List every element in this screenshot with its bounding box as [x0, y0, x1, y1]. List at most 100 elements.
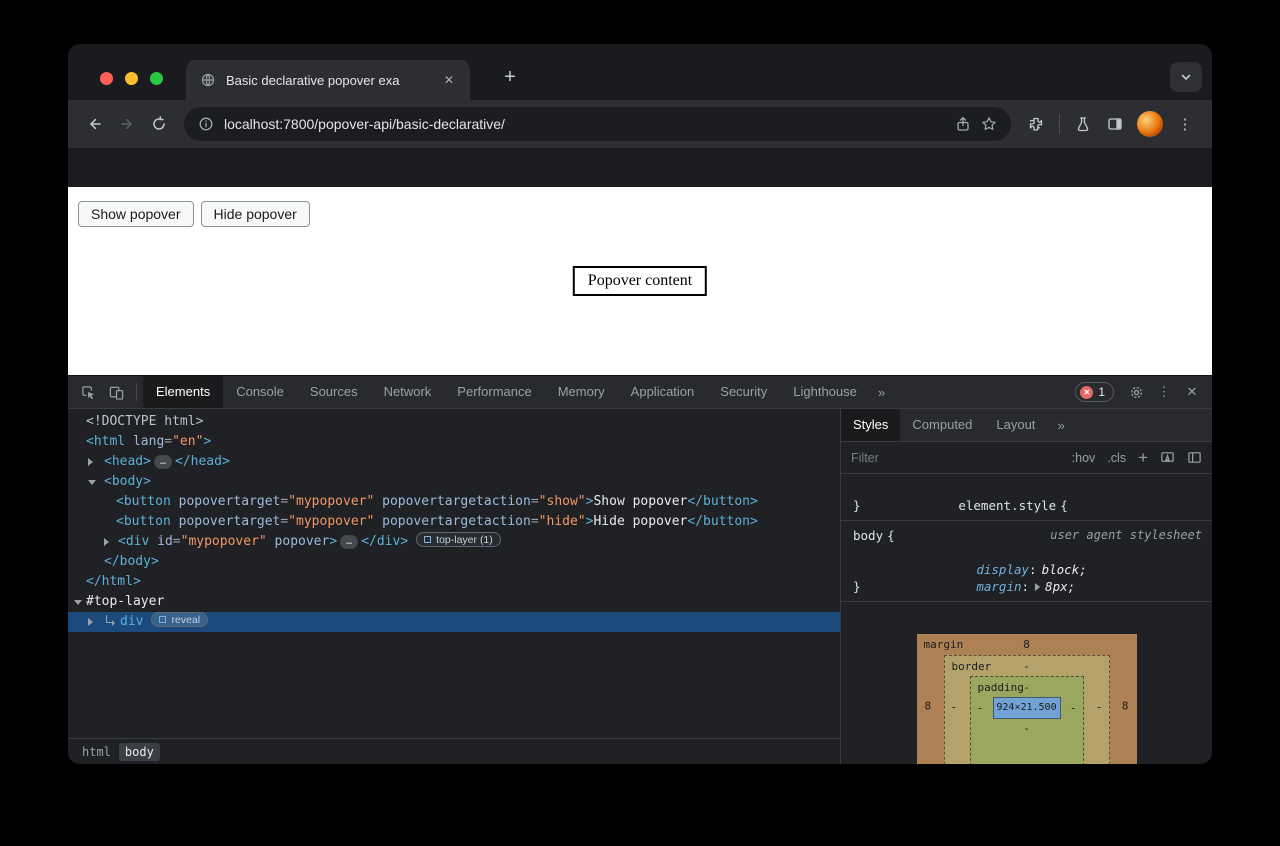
new-tab-button[interactable]: +: [496, 64, 524, 92]
inline-expand-button[interactable]: …: [340, 535, 358, 549]
bookmark-star-icon[interactable]: [981, 116, 997, 132]
url-text[interactable]: localhost:7800/popover-api/basic-declara…: [224, 116, 945, 132]
device-toolbar-icon[interactable]: [102, 379, 130, 405]
sidebar-tab-styles[interactable]: Styles: [841, 409, 900, 441]
reload-button[interactable]: [144, 109, 174, 139]
styles-filter-bar: :hov .cls +: [841, 442, 1212, 474]
element-classes-button[interactable]: .cls: [1107, 451, 1126, 465]
selector-body: body: [853, 528, 883, 543]
tree-token: >: [203, 434, 211, 449]
tree-token: popovertarget: [171, 494, 281, 509]
element-style-rule[interactable]: element.style{ }: [841, 474, 1212, 521]
tree-token: popover: [267, 534, 330, 549]
devtools-tab-security[interactable]: Security: [707, 376, 780, 408]
devtools-tab-sources[interactable]: Sources: [297, 376, 371, 408]
tree-token: <head>: [104, 454, 151, 469]
tab-close-icon[interactable]: ✕: [440, 71, 458, 89]
devtools-tab-memory[interactable]: Memory: [545, 376, 618, 408]
tree-token: <div: [118, 534, 149, 549]
inline-expand-button[interactable]: …: [154, 455, 172, 469]
forward-button[interactable]: [112, 109, 142, 139]
tree-token: popovertargetaction: [374, 494, 531, 509]
expand-arrow-icon[interactable]: [88, 458, 93, 466]
devtools-menu-kebab-icon[interactable]: ⋮: [1150, 379, 1178, 405]
collapse-arrow-icon[interactable]: [74, 600, 82, 605]
address-bar[interactable]: localhost:7800/popover-api/basic-declara…: [184, 107, 1011, 141]
tab-search-button[interactable]: [1170, 62, 1202, 92]
web-page: Show popover Hide popover Popover conten…: [68, 187, 1212, 375]
box-model-padding[interactable]: padding - - - - 924×21.500: [970, 676, 1084, 764]
sidebar-more-chevron[interactable]: »: [1047, 418, 1074, 433]
extensions-puzzle-icon[interactable]: [1021, 109, 1051, 139]
browser-menu-kebab-icon[interactable]: ⋮: [1170, 109, 1200, 139]
tree-token: </head>: [175, 454, 230, 469]
box-model-margin[interactable]: margin 8 8 8 border - - - padding: [917, 634, 1137, 764]
back-button[interactable]: [80, 109, 110, 139]
browser-tab[interactable]: Basic declarative popover exa ✕: [186, 60, 470, 100]
tree-token: <button: [116, 514, 171, 529]
show-popover-button[interactable]: Show popover: [78, 201, 194, 227]
tree-row[interactable]: divreveal: [68, 612, 840, 632]
expand-arrow-icon[interactable]: [104, 538, 109, 546]
breadcrumb-html[interactable]: html: [76, 743, 117, 761]
breadcrumb-body[interactable]: body: [119, 743, 160, 761]
site-info-icon[interactable]: [198, 116, 214, 132]
tree-token: "en": [172, 434, 203, 449]
styles-filter-input[interactable]: [851, 451, 961, 465]
font-editor-icon[interactable]: [1160, 450, 1175, 465]
tree-row[interactable]: <html lang="en">: [68, 432, 840, 452]
profile-avatar[interactable]: [1137, 111, 1163, 137]
expand-arrow-icon[interactable]: [88, 618, 93, 626]
tree-row[interactable]: #top-layer: [68, 592, 840, 612]
expand-shorthand-arrow[interactable]: [1035, 583, 1040, 591]
box-model-content[interactable]: 924×21.500: [993, 697, 1061, 719]
side-panel-icon[interactable]: [1100, 109, 1130, 139]
tree-token: lang: [125, 434, 164, 449]
tree-token: </button>: [687, 514, 757, 529]
more-panels-chevron[interactable]: »: [870, 385, 893, 400]
collapse-arrow-icon[interactable]: [88, 480, 96, 485]
experiments-flask-icon[interactable]: [1068, 109, 1098, 139]
tree-row[interactable]: </body>: [68, 552, 840, 572]
hide-popover-button[interactable]: Hide popover: [201, 201, 310, 227]
css-property-display[interactable]: display:block;: [853, 544, 1202, 561]
toggle-computed-sidebar-icon[interactable]: [1187, 450, 1202, 465]
sidebar-tab-layout[interactable]: Layout: [984, 409, 1047, 441]
tree-row[interactable]: <!DOCTYPE html>: [68, 412, 840, 432]
tree-row[interactable]: </html>: [68, 572, 840, 592]
minimize-window-button[interactable]: [125, 72, 138, 85]
reveal-badge[interactable]: reveal: [151, 612, 208, 627]
devtools-tab-elements[interactable]: Elements: [143, 376, 223, 408]
devtools-tab-network[interactable]: Network: [371, 376, 445, 408]
top-layer-badge[interactable]: top-layer (1): [416, 532, 501, 547]
zoom-window-button[interactable]: [150, 72, 163, 85]
close-window-button[interactable]: [100, 72, 113, 85]
inspect-element-icon[interactable]: [74, 379, 102, 405]
devtools-toolbar-divider: [136, 383, 137, 401]
devtools-tab-application[interactable]: Application: [618, 376, 708, 408]
tree-token: popovertarget: [171, 514, 281, 529]
tree-row[interactable]: <div id="mypopover" popover>…</div>top-l…: [68, 532, 840, 552]
sidebar-tab-computed[interactable]: Computed: [900, 409, 984, 441]
new-style-rule-button[interactable]: +: [1138, 450, 1148, 465]
devtools-settings-gear-icon[interactable]: [1122, 379, 1150, 405]
body-style-rule[interactable]: body{ user agent stylesheet display:bloc…: [841, 521, 1212, 602]
tree-row[interactable]: <button popovertarget="mypopover" popove…: [68, 512, 840, 532]
browser-toolbar: localhost:7800/popover-api/basic-declara…: [68, 100, 1212, 148]
devtools-tab-performance[interactable]: Performance: [444, 376, 544, 408]
error-badge[interactable]: ✕ 1: [1075, 382, 1114, 402]
tab-favicon-globe-icon: [200, 72, 216, 88]
devtools-tab-lighthouse[interactable]: Lighthouse: [780, 376, 870, 408]
devtools-close-icon[interactable]: ✕: [1178, 379, 1206, 405]
tree-row[interactable]: <head>…</head>: [68, 452, 840, 472]
tree-row[interactable]: <button popovertarget="mypopover" popove…: [68, 492, 840, 512]
tree-token: id: [149, 534, 172, 549]
tree-token: </body>: [104, 554, 159, 569]
box-model-diagram[interactable]: margin 8 8 8 border - - - padding: [917, 634, 1137, 764]
share-icon[interactable]: [955, 116, 971, 132]
toggle-element-state-button[interactable]: :hov: [1072, 451, 1096, 465]
tree-row[interactable]: <body>: [68, 472, 840, 492]
box-model-border[interactable]: border - - - padding - - - -: [944, 655, 1110, 764]
tree-token: =: [531, 494, 539, 509]
devtools-tab-console[interactable]: Console: [223, 376, 297, 408]
